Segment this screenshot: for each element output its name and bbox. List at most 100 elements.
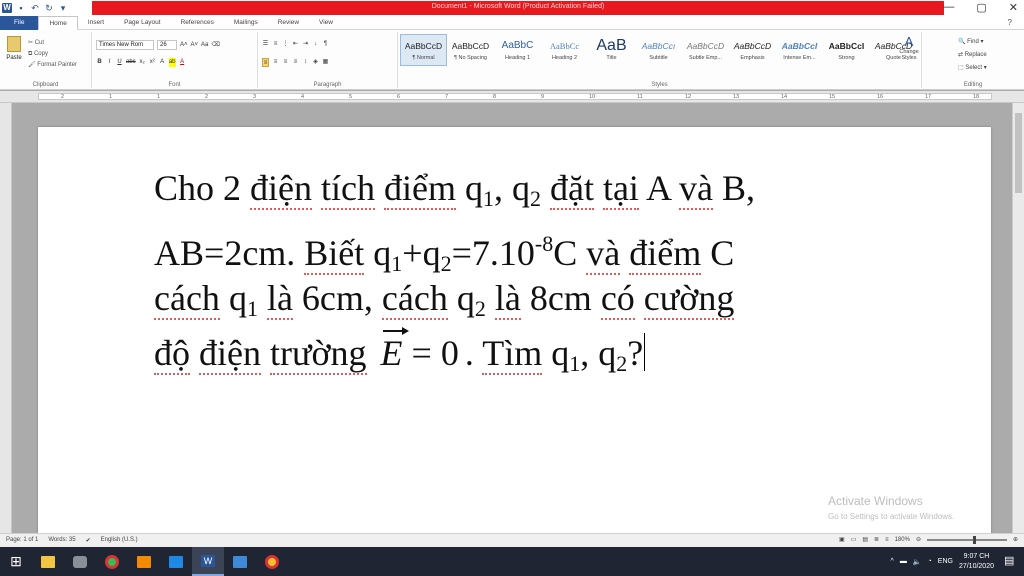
style-intense-emphasis[interactable]: AaBbCcI Intense Em... <box>776 34 823 66</box>
language-indicator[interactable]: English (U.S.) <box>101 537 138 544</box>
tab-references[interactable]: References <box>171 16 224 30</box>
tab-insert[interactable]: Insert <box>78 16 114 30</box>
borders-icon[interactable]: ▦ <box>322 58 329 67</box>
shrink-font-icon[interactable]: A˅ <box>191 41 199 50</box>
style-heading-1[interactable]: AaBbC Heading 1 <box>494 34 541 66</box>
minimize-button[interactable]: — <box>943 1 954 14</box>
zoom-level[interactable]: 180% <box>895 537 910 543</box>
scrollbar-thumb[interactable] <box>1015 113 1022 193</box>
chrome-second-icon[interactable] <box>256 547 288 576</box>
customize-qat-icon[interactable]: ▾ <box>58 3 68 13</box>
tab-page-layout[interactable]: Page Layout <box>114 16 171 30</box>
draft-icon[interactable]: ≡ <box>885 537 889 543</box>
clock[interactable]: 9:07 CH 27/10/2020 <box>959 552 994 572</box>
network-icon[interactable]: ◔ <box>928 558 932 565</box>
align-right-icon[interactable]: ≡ <box>282 58 289 67</box>
mail-icon[interactable] <box>160 547 192 576</box>
underline-icon[interactable]: U <box>116 58 123 67</box>
font-size-select[interactable]: 26 <box>157 40 177 50</box>
shading-icon[interactable]: ◈ <box>312 58 319 67</box>
italic-icon[interactable]: I <box>106 58 113 67</box>
input-language[interactable]: ENG <box>938 558 953 565</box>
style-strong[interactable]: AaBbCcI Strong <box>823 34 870 66</box>
line-spacing-icon[interactable]: ↕ <box>302 58 309 67</box>
superscript-icon[interactable]: x² <box>149 58 156 67</box>
format-painter-button[interactable]: 🖌 Format Painter <box>28 60 77 71</box>
file-explorer-icon[interactable] <box>32 547 64 576</box>
tab-view[interactable]: View <box>309 16 343 30</box>
page-count[interactable]: Page: 1 of 1 <box>6 537 38 544</box>
style-normal[interactable]: AaBbCcD ¶ Normal <box>400 34 447 66</box>
align-center-icon[interactable]: ≡ <box>272 58 279 67</box>
find-button[interactable]: 🔍 Find ▾ <box>958 36 987 49</box>
paste-button[interactable]: Paste <box>6 36 22 61</box>
web-layout-icon[interactable]: ▤ <box>862 536 868 543</box>
word-taskbar-icon[interactable]: W <box>192 547 224 576</box>
align-left-icon[interactable]: ≡ <box>262 58 269 67</box>
bullets-icon[interactable]: ☰ <box>262 40 269 49</box>
style-emphasis[interactable]: AaBbCcD Emphasis <box>729 34 776 66</box>
word-app-icon[interactable]: W <box>2 3 12 13</box>
cut-button[interactable]: ✂ Cut <box>28 38 77 49</box>
zoom-slider[interactable] <box>926 535 1007 544</box>
tab-home[interactable]: Home <box>38 15 78 30</box>
numbering-icon[interactable]: ≡ <box>272 40 279 49</box>
decrease-indent-icon[interactable]: ⇤ <box>292 40 299 49</box>
grow-font-icon[interactable]: A˄ <box>180 41 188 50</box>
copy-button[interactable]: ⧉ Copy <box>28 49 77 60</box>
font-color-icon[interactable]: A <box>179 58 186 67</box>
print-layout-icon[interactable]: ▣ <box>839 536 845 543</box>
document-page[interactable]: Cho 2 điện tích điểm q1, q2 đặt tại A và… <box>38 127 991 533</box>
multilevel-list-icon[interactable]: ⋮ <box>282 40 289 49</box>
style-no-spacing[interactable]: AaBbCcD ¶ No Spacing <box>447 34 494 66</box>
tab-review[interactable]: Review <box>268 16 309 30</box>
word-count[interactable]: Words: 35 <box>48 537 75 544</box>
style-title[interactable]: AaB Title <box>588 34 635 66</box>
bold-icon[interactable]: B <box>96 58 103 67</box>
show-marks-icon[interactable]: ¶ <box>322 40 329 49</box>
style-subtitle[interactable]: AaBbCcı Subtitle <box>635 34 682 66</box>
save-icon[interactable]: ▪ <box>16 3 26 13</box>
full-screen-icon[interactable]: ▭ <box>851 536 857 543</box>
zoom-in-icon[interactable]: ⊕ <box>1013 536 1018 543</box>
notification-icon[interactable]: ▤ <box>1004 554 1018 568</box>
help-icon[interactable]: ? <box>1008 18 1024 27</box>
change-case-icon[interactable]: Aa <box>201 41 208 50</box>
proofing-icon[interactable]: ✔ <box>86 537 91 544</box>
redo-icon[interactable]: ↻ <box>44 3 54 13</box>
clear-format-icon[interactable]: ⌫ <box>211 41 219 50</box>
text-effects-icon[interactable]: A <box>159 58 166 67</box>
outline-icon[interactable]: ≣ <box>874 536 879 543</box>
equation-object[interactable]: E = 0 <box>381 326 459 381</box>
zoom-out-icon[interactable]: ⊖ <box>916 536 921 543</box>
chrome-icon[interactable] <box>96 547 128 576</box>
change-styles-button[interactable]: A Change Styles <box>898 34 920 61</box>
vertical-scrollbar[interactable] <box>1012 103 1024 533</box>
justify-icon[interactable]: ≡ <box>292 58 299 67</box>
subscript-icon[interactable]: x₂ <box>139 58 146 67</box>
sort-icon[interactable]: ↓ <box>312 40 319 49</box>
replace-button[interactable]: ⇄ Replace <box>958 49 987 62</box>
show-hidden-icons[interactable]: ^ <box>891 558 894 565</box>
document-body[interactable]: Cho 2 điện tích điểm q1, q2 đặt tại A và… <box>154 161 874 381</box>
battery-icon[interactable]: ▬ <box>900 558 907 565</box>
start-button[interactable]: ⊞ <box>0 547 32 576</box>
media-player-icon[interactable] <box>128 547 160 576</box>
maximize-button[interactable]: ▢ <box>976 1 986 14</box>
highlight-icon[interactable]: ab <box>168 58 176 67</box>
tab-mailings[interactable]: Mailings <box>224 16 268 30</box>
volume-icon[interactable]: 🔈 <box>913 558 922 566</box>
close-button[interactable]: ✕ <box>1009 1 1018 14</box>
undo-icon[interactable]: ↶ <box>30 3 40 13</box>
strikethrough-icon[interactable]: abc <box>126 58 136 67</box>
vertical-ruler[interactable] <box>0 103 12 533</box>
style-subtle-emphasis[interactable]: AaBbCcD Subtle Emp... <box>682 34 729 66</box>
increase-indent-icon[interactable]: ⇥ <box>302 40 309 49</box>
style-heading-2[interactable]: AaBbCc Heading 2 <box>541 34 588 66</box>
camera-app-icon[interactable] <box>64 547 96 576</box>
photos-icon[interactable] <box>224 547 256 576</box>
horizontal-ruler[interactable]: 2 1 1 2 3 4 5 6 7 8 9 10 11 12 13 14 15 16 17 18 <box>0 91 1024 103</box>
font-name-select[interactable]: Times New Rom <box>96 40 154 50</box>
select-button[interactable]: ⬚ Select ▾ <box>958 62 987 75</box>
tab-file[interactable]: File <box>0 15 39 30</box>
